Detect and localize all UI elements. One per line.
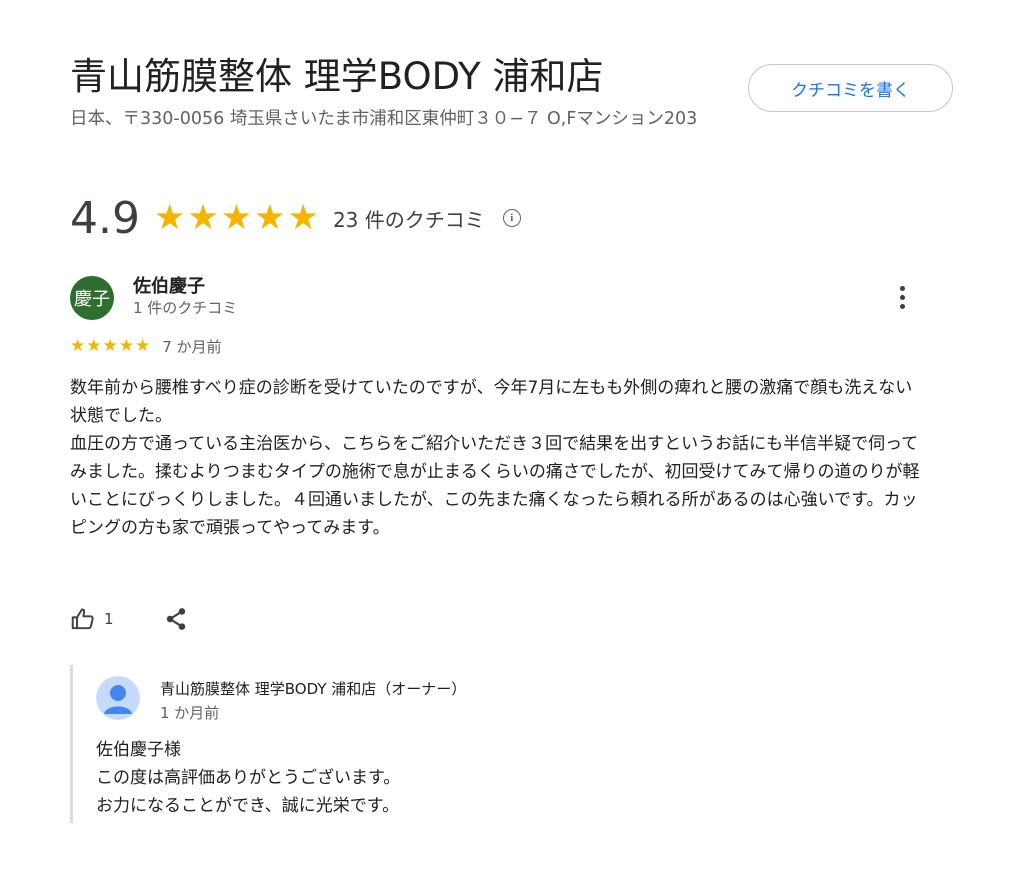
owner-reply-date: 1 か月前 xyxy=(160,704,220,722)
star-icon: ★ xyxy=(153,197,186,238)
review-text: 数年前から腰椎すべり症の診断を受けていたのですが、今年7月に左もも外側の痺れと腰… xyxy=(70,378,920,538)
thumb-up-icon xyxy=(71,608,94,630)
like-count: 1 xyxy=(104,610,114,628)
reviewer-review-count: 1 件のクチコミ xyxy=(133,299,238,317)
owner-avatar[interactable] xyxy=(96,676,140,720)
info-icon[interactable]: i xyxy=(502,209,521,227)
star-icon: ★ xyxy=(86,336,102,356)
reviewer-name[interactable]: 佐伯慶子 xyxy=(133,272,205,298)
rating-value: 4.9 xyxy=(70,192,140,244)
like-button[interactable]: 1 xyxy=(70,604,114,634)
default-profile-icon xyxy=(96,676,140,720)
review-count[interactable]: 23 件のクチコミ xyxy=(333,204,485,233)
owner-reply-text: 佐伯慶子様 この度は高評価ありがとうございます。 お力になることができ、誠に光栄… xyxy=(96,740,401,816)
owner-reply-divider xyxy=(70,665,73,823)
star-icon: ★ xyxy=(135,336,151,356)
share-icon xyxy=(166,608,186,630)
owner-name: 青山筋膜整体 理学BODY 浦和店（オーナー） xyxy=(160,680,467,698)
review-date: 7 か月前 xyxy=(162,338,222,356)
rating-stars: ★ ★ ★ ★ ★ xyxy=(153,197,319,238)
more-vert-icon[interactable] xyxy=(890,280,914,314)
star-icon: ★ xyxy=(102,336,118,356)
star-icon: ★ xyxy=(70,336,86,356)
star-icon: ★ xyxy=(254,197,286,238)
star-icon: ★ xyxy=(187,197,219,238)
star-icon: ★ xyxy=(220,197,253,238)
review-meta: ★ ★ ★ ★ ★ 7 か月前 xyxy=(70,336,222,357)
review-stars: ★ ★ ★ ★ ★ xyxy=(70,338,150,355)
share-button[interactable] xyxy=(162,604,190,634)
write-review-button[interactable]: クチコミを書く xyxy=(748,64,953,112)
rating-summary: 4.9 ★ ★ ★ ★ ★ 23 件のクチコミ i xyxy=(70,188,521,248)
star-icon: ★ xyxy=(287,197,319,238)
star-icon: ★ xyxy=(118,336,134,356)
reviewer-avatar[interactable]: 慶子 xyxy=(70,276,114,320)
place-title: 青山筋膜整体 理学BODY 浦和店 xyxy=(70,55,604,98)
place-address: 日本、〒330-0056 埼玉県さいたま市浦和区東仲町３０−７ O,Fマンション… xyxy=(70,109,698,129)
